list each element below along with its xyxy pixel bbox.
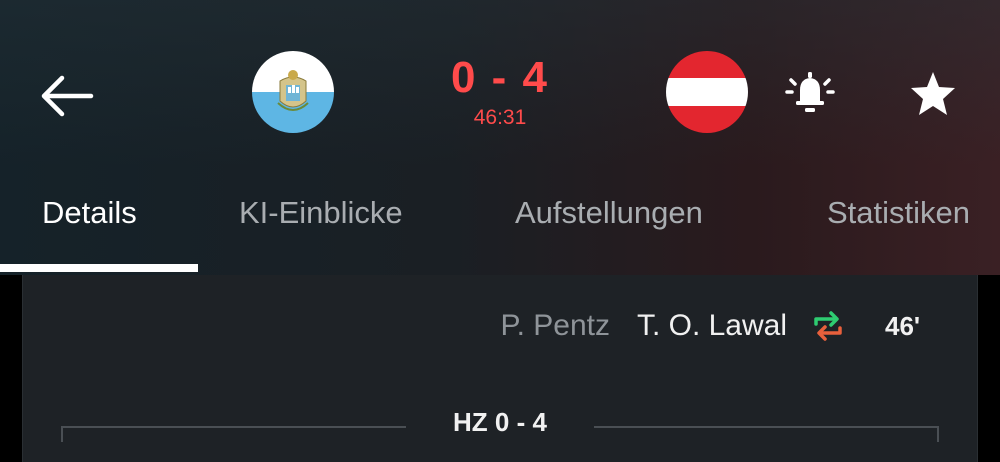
san-marino-flag-icon bbox=[252, 51, 334, 133]
back-button[interactable] bbox=[36, 66, 96, 126]
halftime-divider: HZ 0 - 4 bbox=[0, 405, 1000, 445]
star-icon bbox=[911, 72, 955, 115]
active-tab-indicator bbox=[0, 264, 198, 272]
tab-details[interactable]: Details bbox=[42, 195, 137, 231]
favorite-button[interactable] bbox=[905, 66, 961, 122]
player-out-name: P. Pentz bbox=[500, 309, 610, 342]
match-clock: 46:31 bbox=[473, 106, 527, 129]
notifications-button[interactable] bbox=[782, 64, 838, 120]
divider-line-right bbox=[594, 426, 939, 442]
match-score: 0 - 4 bbox=[450, 53, 550, 102]
tab-ki-einblicke[interactable]: KI-Einblicke bbox=[239, 195, 403, 231]
event-minute: 46' bbox=[885, 311, 921, 341]
arrow-left-icon bbox=[41, 75, 94, 117]
divider-line-left bbox=[61, 426, 406, 442]
tab-aufstellungen[interactable]: Aufstellungen bbox=[515, 195, 703, 231]
austria-flag-icon bbox=[666, 51, 748, 133]
away-team-flag[interactable] bbox=[666, 51, 748, 133]
substitution-event[interactable]: P. Pentz T. O. Lawal 46' bbox=[0, 302, 1000, 350]
player-in-name: T. O. Lawal bbox=[636, 309, 787, 342]
tab-statistiken[interactable]: Statistiken bbox=[827, 195, 970, 231]
bell-ringing-icon bbox=[785, 72, 835, 112]
tab-bar: Details KI-Einblicke Aufstellungen Stati… bbox=[0, 180, 1000, 275]
home-team-flag[interactable] bbox=[252, 51, 334, 133]
substitution-arrows-icon bbox=[814, 311, 842, 341]
halftime-label: HZ 0 - 4 bbox=[453, 407, 547, 437]
